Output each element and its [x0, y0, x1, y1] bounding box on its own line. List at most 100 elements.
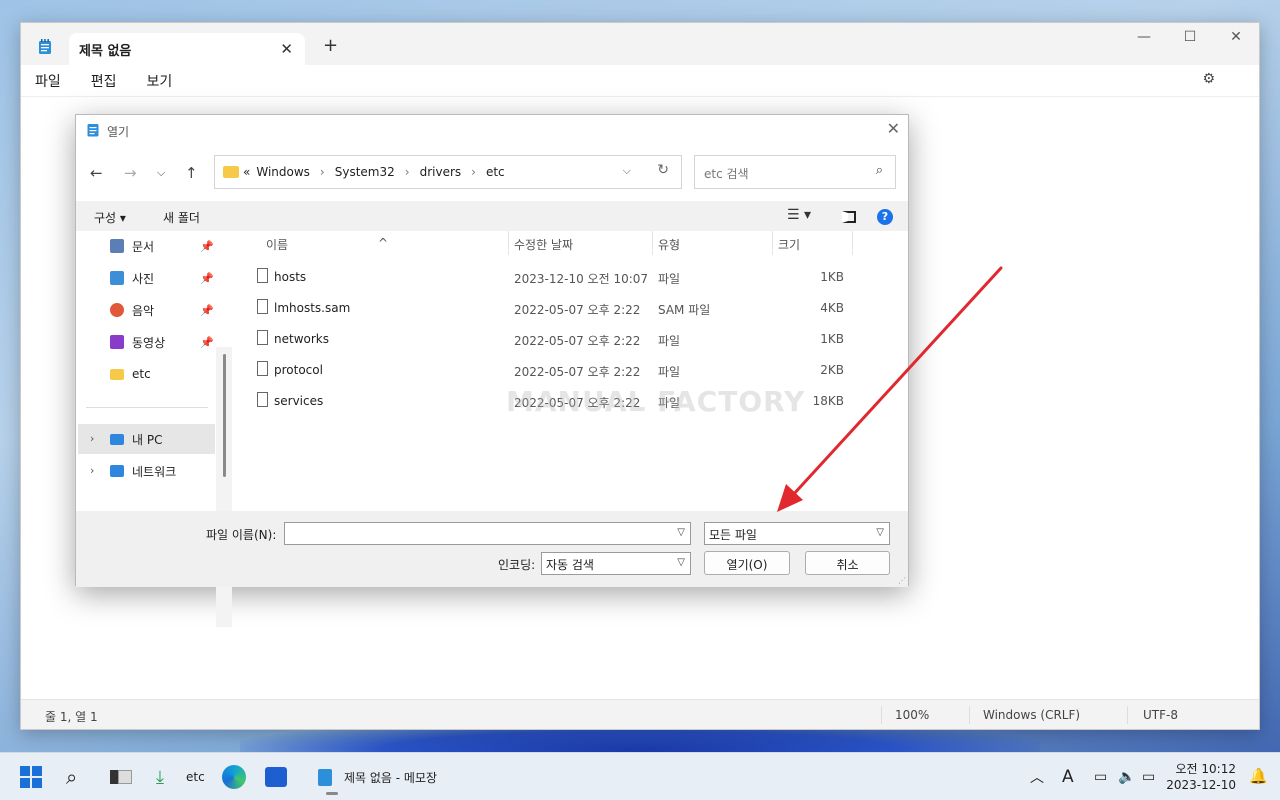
- file-type-select[interactable]: 모든 파일 ▽: [704, 522, 890, 545]
- expand-chevron-icon[interactable]: ›: [90, 432, 94, 445]
- nav-item-pictures[interactable]: 사진 📌: [110, 268, 214, 288]
- chevron-down-icon[interactable]: ▽: [677, 527, 685, 538]
- nav-item-etc[interactable]: etc: [110, 364, 151, 384]
- network-icon[interactable]: ▭: [1094, 753, 1107, 800]
- column-divider[interactable]: [508, 231, 509, 255]
- menu-view[interactable]: 보기: [147, 71, 173, 91]
- task-view-icon[interactable]: [110, 753, 132, 800]
- expand-chevron-icon[interactable]: ›: [90, 464, 94, 477]
- dialog-toolbar: 구성 ▾ 새 폴더 ☰ ▾ ?: [76, 201, 908, 231]
- maximize-button[interactable]: ☐: [1167, 29, 1213, 45]
- file-date: 2023-12-10 오전 10:07: [514, 272, 649, 286]
- taskbar: ⌕ ⤓ etc 제목 없음 - 메모장 ︿ A ▭ 🔈 ▭ 오전 10:12 2…: [0, 752, 1280, 800]
- new-folder-button[interactable]: 새 폴더: [163, 209, 200, 226]
- breadcrumb-etc[interactable]: etc: [486, 165, 505, 179]
- cancel-button[interactable]: 취소: [805, 551, 890, 575]
- file-row[interactable]: lmhosts.sam 2022-05-07 오후 2:22 SAM 파일 4K…: [232, 298, 908, 322]
- address-dropdown-chevron-icon[interactable]: ⌵: [623, 164, 631, 178]
- edge-browser-icon[interactable]: [222, 753, 246, 800]
- file-icon: [257, 268, 268, 283]
- taskbar-notepad-button[interactable]: 제목 없음 - 메모장: [318, 753, 437, 800]
- file-type: SAM 파일: [658, 303, 711, 317]
- microsoft-store-icon[interactable]: [265, 753, 287, 800]
- breadcrumb-windows[interactable]: Windows: [256, 165, 310, 179]
- file-list: ^ 이름 수정한 날짜 유형 크기 hosts 2023-12-10 오전 10…: [232, 231, 908, 511]
- nav-scrollbar-thumb[interactable]: [223, 354, 226, 477]
- column-type[interactable]: 유형: [658, 236, 680, 253]
- nav-item-documents[interactable]: 문서 📌: [110, 236, 214, 256]
- column-divider[interactable]: [652, 231, 653, 255]
- resize-grip-icon[interactable]: ⋰: [898, 576, 906, 585]
- title-bar[interactable]: 제목 없음 ✕ + — ☐ ✕: [21, 23, 1259, 65]
- pin-icon: 📌: [200, 303, 214, 317]
- pictures-icon: [110, 271, 124, 285]
- search-icon[interactable]: ⌕: [876, 163, 883, 178]
- column-divider[interactable]: [852, 231, 853, 255]
- file-name: lmhosts.sam: [274, 301, 351, 315]
- clock-time: 오전 10:12: [1175, 762, 1236, 776]
- chevron-right-icon[interactable]: ›: [405, 165, 410, 179]
- breadcrumb-drivers[interactable]: drivers: [420, 165, 462, 179]
- recent-locations-chevron-icon[interactable]: ⌵: [157, 166, 165, 180]
- active-indicator: [326, 792, 338, 795]
- preview-pane-icon[interactable]: [842, 211, 856, 223]
- document-tab[interactable]: 제목 없음 ✕: [69, 33, 305, 65]
- nav-item-videos[interactable]: 동영상 📌: [110, 332, 214, 352]
- nav-item-music[interactable]: 음악 📌: [110, 300, 214, 320]
- menu-file[interactable]: 파일: [35, 71, 61, 91]
- nav-item-label: 음악: [132, 303, 155, 318]
- file-name: networks: [274, 332, 329, 346]
- dialog-close-icon[interactable]: ✕: [887, 119, 900, 138]
- organize-button[interactable]: 구성 ▾: [94, 209, 126, 226]
- navigation-pane: 문서 📌 사진 📌 음악 📌 동영상 📌 etc › 내 PC › 네트워크: [76, 231, 232, 627]
- encoding-status: UTF-8: [1143, 708, 1178, 722]
- nav-item-network[interactable]: 네트워크: [110, 461, 176, 481]
- tab-close-icon[interactable]: ✕: [280, 40, 293, 58]
- nav-item-this-pc[interactable]: 내 PC: [110, 429, 162, 449]
- zoom-level: 100%: [895, 708, 930, 722]
- volume-icon[interactable]: 🔈: [1118, 753, 1135, 800]
- taskbar-etc-label[interactable]: etc: [186, 753, 205, 800]
- column-size[interactable]: 크기: [778, 236, 800, 253]
- file-size: 1KB: [820, 270, 844, 284]
- file-name: services: [274, 394, 324, 408]
- refresh-icon[interactable]: ↻: [657, 162, 669, 178]
- view-options-icon[interactable]: ☰ ▾: [787, 207, 811, 223]
- column-date[interactable]: 수정한 날짜: [514, 236, 573, 253]
- notification-bell-icon[interactable]: 🔔: [1249, 767, 1268, 785]
- tray-overflow-chevron-icon[interactable]: ︿: [1030, 753, 1044, 800]
- search-icon[interactable]: ⌕: [66, 753, 77, 800]
- input-method-icon[interactable]: A: [1062, 753, 1074, 800]
- search-input[interactable]: etc 검색 ⌕: [694, 155, 896, 189]
- new-tab-button[interactable]: +: [323, 35, 338, 56]
- open-button[interactable]: 열기(O): [704, 551, 790, 575]
- back-arrow-icon[interactable]: ←: [90, 164, 103, 182]
- help-icon[interactable]: ?: [877, 209, 893, 225]
- breadcrumb-system32[interactable]: System32: [335, 165, 395, 179]
- file-row[interactable]: hosts 2023-12-10 오전 10:07 파일 1KB: [232, 267, 908, 291]
- encoding-select[interactable]: 자동 검색 ▽: [541, 552, 691, 575]
- download-arrow-icon[interactable]: ⤓: [156, 753, 164, 800]
- breadcrumb-overflow[interactable]: «: [243, 165, 250, 179]
- clock[interactable]: 오전 10:12 2023-12-10: [1166, 761, 1236, 793]
- music-icon: [110, 303, 124, 317]
- chevron-right-icon[interactable]: ›: [471, 165, 476, 179]
- minimize-button[interactable]: —: [1121, 29, 1167, 45]
- chevron-down-icon[interactable]: ▽: [677, 557, 685, 568]
- column-name[interactable]: 이름: [266, 236, 288, 253]
- menu-edit[interactable]: 편집: [91, 71, 117, 91]
- battery-icon[interactable]: ▭: [1142, 753, 1155, 800]
- dialog-title-bar[interactable]: 열기 ✕: [76, 115, 908, 145]
- close-window-button[interactable]: ✕: [1213, 29, 1259, 45]
- forward-arrow-icon[interactable]: →: [124, 164, 137, 182]
- address-bar[interactable]: « Windows › System32 › drivers › etc ⌵ ↻: [214, 155, 682, 189]
- settings-gear-icon[interactable]: ⚙: [1202, 71, 1215, 87]
- file-row[interactable]: protocol 2022-05-07 오후 2:22 파일 2KB: [232, 360, 908, 384]
- chevron-down-icon[interactable]: ▽: [876, 527, 884, 538]
- file-row[interactable]: networks 2022-05-07 오후 2:22 파일 1KB: [232, 329, 908, 353]
- column-divider[interactable]: [772, 231, 773, 255]
- up-arrow-icon[interactable]: ↑: [185, 164, 198, 182]
- start-button[interactable]: [20, 753, 42, 800]
- chevron-right-icon[interactable]: ›: [320, 165, 325, 179]
- filename-input[interactable]: ▽: [284, 522, 691, 545]
